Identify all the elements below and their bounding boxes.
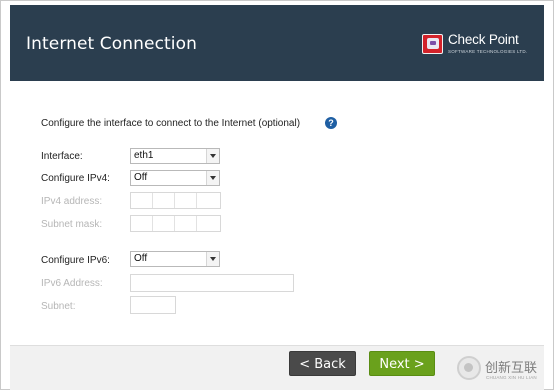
subnet-mask-octet-2[interactable]	[153, 216, 175, 231]
ipv4-address-input[interactable]	[130, 192, 221, 209]
configure-ipv4-value: Off	[134, 172, 148, 183]
wizard-content: Configure the interface to connect to th…	[10, 81, 544, 345]
help-icon[interactable]: ?	[325, 117, 337, 129]
ipv6-address-label: IPv6 Address:	[41, 278, 103, 289]
watermark-subtext: CHUANG XIN HU LIAN	[486, 375, 537, 380]
chevron-down-icon	[206, 171, 219, 185]
ipv4-address-octet-2[interactable]	[153, 193, 175, 208]
brand-tagline: SOFTWARE TECHNOLOGIES LTD.	[448, 49, 528, 54]
page-title: Internet Connection	[26, 34, 197, 54]
back-button[interactable]: < Back	[289, 351, 356, 376]
configure-ipv4-label: Configure IPv4:	[41, 173, 110, 184]
next-button[interactable]: Next >	[369, 351, 435, 376]
configure-ipv4-select[interactable]: Off	[130, 170, 220, 186]
check-point-logo: Check Point SOFTWARE TECHNOLOGIES LTD.	[422, 32, 532, 58]
wizard-header: Internet Connection Check Point SOFTWARE…	[10, 5, 544, 81]
interface-label: Interface:	[41, 151, 83, 162]
subnet-mask-octet-1[interactable]	[131, 216, 153, 231]
subnet-mask-label: Subnet mask:	[41, 219, 103, 230]
subnet-mask-octet-3[interactable]	[175, 216, 197, 231]
ipv6-address-input[interactable]	[130, 274, 294, 292]
chevron-down-icon	[206, 252, 219, 266]
configure-ipv6-label: Configure IPv6:	[41, 255, 110, 266]
ipv4-address-octet-1[interactable]	[131, 193, 153, 208]
watermark-logo: 创新互联 CHUANG XIN HU LIAN	[455, 352, 551, 386]
watermark-icon	[457, 356, 481, 380]
subnet-input[interactable]	[130, 296, 176, 314]
interface-select[interactable]: eth1	[130, 148, 220, 164]
configure-ipv6-select[interactable]: Off	[130, 251, 220, 267]
configure-ipv6-value: Off	[134, 253, 148, 264]
ipv4-address-octet-3[interactable]	[175, 193, 197, 208]
watermark-text: 创新互联	[485, 361, 538, 376]
chevron-down-icon	[206, 149, 219, 163]
ipv4-address-label: IPv4 address:	[41, 196, 103, 207]
subnet-mask-octet-4[interactable]	[197, 216, 219, 231]
brand-name: Check Point	[448, 32, 519, 47]
subnet-mask-input[interactable]	[130, 215, 221, 232]
subnet-label: Subnet:	[41, 301, 76, 312]
ipv4-address-octet-4[interactable]	[197, 193, 219, 208]
interface-select-value: eth1	[134, 150, 154, 161]
intro-text: Configure the interface to connect to th…	[41, 118, 301, 129]
check-point-logo-icon	[422, 34, 443, 54]
